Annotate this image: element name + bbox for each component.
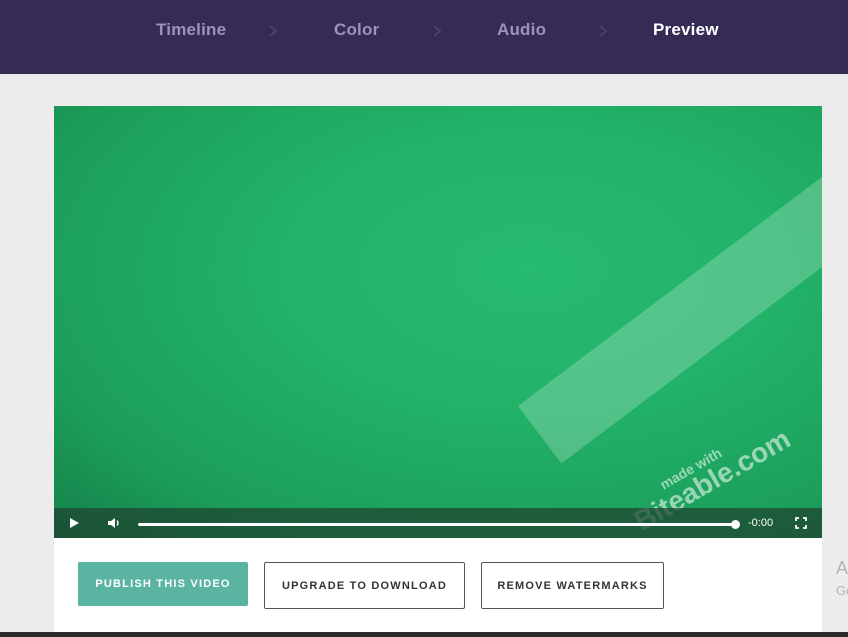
play-icon[interactable] [68,517,80,529]
chevron-right-icon [269,25,278,37]
progress-handle[interactable] [731,520,740,529]
fullscreen-icon[interactable] [795,517,807,529]
progress-bar[interactable] [138,523,734,526]
edge-text-a: A [836,558,848,578]
preview-card: made with Biteable.com -0:00 PUBLISH THI… [54,106,822,632]
step-audio[interactable]: Audio [497,20,546,40]
edge-text-go: Go [836,583,848,598]
video-controls: -0:00 [54,508,822,538]
volume-icon[interactable] [107,516,121,530]
step-timeline[interactable]: Timeline [156,20,226,40]
bottom-edge [0,632,848,637]
video-player[interactable]: made with Biteable.com -0:00 [54,106,822,538]
step-preview[interactable]: Preview [653,20,719,40]
chevron-right-icon [433,25,442,37]
top-step-navigation: Timeline Color Audio Preview [0,0,848,74]
publish-video-button[interactable]: PUBLISH THIS VIDEO [78,562,248,606]
time-remaining: -0:00 [748,517,774,529]
remove-watermarks-button[interactable]: REMOVE WATERMARKS [481,562,664,609]
chevron-right-icon [599,25,608,37]
upgrade-to-download-button[interactable]: UPGRADE TO DOWNLOAD [264,562,465,609]
step-color[interactable]: Color [334,20,379,40]
